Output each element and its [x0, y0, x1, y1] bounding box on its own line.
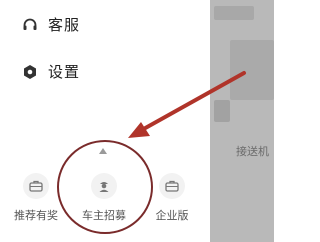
menu-item-customer-service[interactable]: 客服: [22, 14, 80, 35]
gear-icon: [22, 64, 38, 80]
briefcase-icon: [23, 173, 49, 199]
collapse-arrow-icon[interactable]: [98, 140, 108, 154]
tab-label: 车主招募: [82, 209, 126, 222]
dimmed-background[interactable]: [210, 0, 274, 242]
tab-enterprise[interactable]: 企业版: [144, 173, 200, 223]
background-block: [214, 100, 230, 122]
background-service-label: 接送机: [236, 145, 269, 158]
menu-item-label: 客服: [48, 16, 81, 34]
tab-referral-reward[interactable]: 推荐有奖: [8, 173, 64, 223]
tab-label: 推荐有奖: [14, 209, 58, 222]
headset-icon: [22, 17, 38, 33]
side-drawer: 客服 设置 推荐有奖 车主招募 企业版: [0, 0, 217, 242]
tab-label: 企业版: [155, 209, 189, 222]
tab-driver-recruitment[interactable]: 车主招募: [76, 173, 132, 223]
background-block: [214, 6, 254, 20]
menu-item-settings[interactable]: 设置: [22, 61, 80, 82]
menu-item-label: 设置: [48, 63, 81, 81]
background-block: [230, 40, 274, 100]
briefcase-icon: [159, 173, 185, 199]
driver-icon: [91, 173, 117, 199]
